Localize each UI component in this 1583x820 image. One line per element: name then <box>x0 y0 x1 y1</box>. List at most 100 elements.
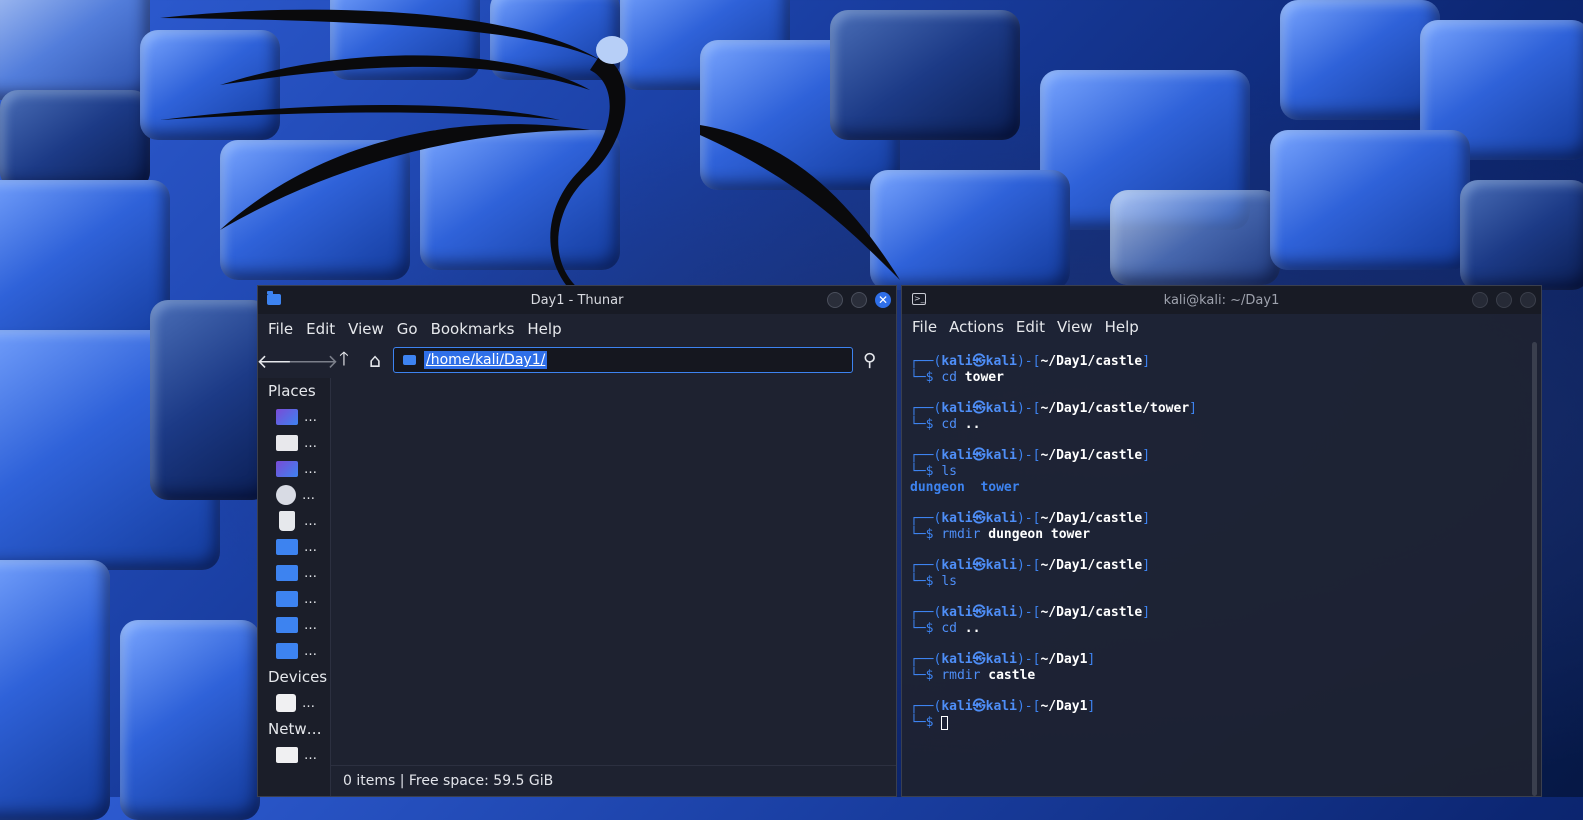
sidebar-item-home[interactable]: … <box>258 430 330 456</box>
sidebar-item-music[interactable]: … <box>258 560 330 586</box>
menu-file[interactable]: File <box>268 320 293 338</box>
thunar-sidebar: Places … … … … … … … … … … Devices … Net… <box>258 378 331 796</box>
menu-view[interactable]: View <box>348 320 384 338</box>
location-bar[interactable]: /home/kali/Day1/ <box>393 347 853 373</box>
prompt-at: ㉿ <box>972 605 986 620</box>
prompt-user: kali <box>941 699 973 714</box>
thunar-titlebar[interactable]: Day1 - Thunar ✕ <box>258 286 896 314</box>
prompt-path: ~/Day1/castle <box>1040 354 1143 369</box>
menu-bookmarks[interactable]: Bookmarks <box>431 320 515 338</box>
prompt-user: kali <box>941 652 973 667</box>
clock-icon <box>276 485 296 505</box>
thunar-menubar: File Edit View Go Bookmarks Help <box>258 314 896 344</box>
file-view[interactable] <box>331 378 896 766</box>
minimize-button[interactable] <box>827 292 843 308</box>
prompt-host: kali <box>985 354 1017 369</box>
search-icon[interactable]: ⚲ <box>863 350 876 371</box>
terminal-prompt-block: ┌──(kali㉿kali)-[~/Day1] └─$ <box>910 699 1527 731</box>
sidebar-item-desktop[interactable]: … <box>258 456 330 482</box>
minimize-button[interactable] <box>1472 292 1488 308</box>
prompt-user: kali <box>941 354 973 369</box>
close-button[interactable]: ✕ <box>875 292 891 308</box>
wallpaper-cube <box>1280 0 1440 120</box>
prompt-at: ㉿ <box>972 354 986 369</box>
prompt-path: ~/Day1 <box>1040 652 1088 667</box>
command-line: └─$ cd tower <box>910 370 1004 385</box>
terminal-window: >_ kali@kali: ~/Day1 File Actions Edit V… <box>901 285 1542 797</box>
terminal-scrollbar[interactable] <box>1532 342 1537 796</box>
menu-edit[interactable]: Edit <box>306 320 335 338</box>
terminal-titlebar[interactable]: >_ kali@kali: ~/Day1 <box>902 286 1541 314</box>
status-bar: 0 items | Free space: 59.5 GiB <box>331 765 896 796</box>
prompt-user: kali <box>941 511 973 526</box>
up-arrow-icon[interactable]: 🡑 <box>330 347 358 375</box>
command-line: └─$ rmdir castle <box>910 668 1036 683</box>
command: ls <box>941 464 957 479</box>
home-icon[interactable]: ⌂ <box>361 347 389 375</box>
prompt-user: kali <box>941 558 973 573</box>
terminal-prompt-block: ┌──(kali㉿kali)-[~/Day1/castle] └─$ ls <box>910 558 1527 590</box>
command-line: └─$ ls <box>910 574 957 589</box>
music-folder-icon <box>276 565 298 581</box>
menu-help[interactable]: Help <box>527 320 561 338</box>
videos-folder-icon <box>276 617 298 633</box>
public-folder-icon <box>276 539 298 555</box>
home-folder-icon <box>276 435 298 451</box>
sidebar-item-filesystem[interactable]: … <box>258 690 330 716</box>
sidebar-section-network: Netw… <box>268 720 322 738</box>
menu-actions[interactable]: Actions <box>949 318 1004 336</box>
menu-edit[interactable]: Edit <box>1016 318 1045 336</box>
command: cd <box>941 621 957 636</box>
prompt-line: ┌──(kali㉿kali)-[~/Day1/castle/tower] <box>910 401 1197 416</box>
sidebar-item-public[interactable]: … <box>258 534 330 560</box>
command-args: .. <box>964 621 981 636</box>
menu-go[interactable]: Go <box>397 320 418 338</box>
wallpaper-cube <box>1460 180 1583 290</box>
command: cd <box>941 417 957 432</box>
sidebar-item-videos[interactable]: … <box>258 612 330 638</box>
prompt-path: ~/Day1/castle <box>1040 448 1143 463</box>
command: cd <box>941 370 957 385</box>
command: ls <box>941 574 957 589</box>
terminal-prompt-block: ┌──(kali㉿kali)-[~/Day1/castle] └─$ cd tow… <box>910 354 1527 386</box>
prompt-user: kali <box>941 605 973 620</box>
location-path[interactable]: /home/kali/Day1/ <box>424 351 548 369</box>
command-line: └─$ rmdir dungeon tower <box>910 527 1091 542</box>
sidebar-item-browse-network[interactable]: … <box>258 742 330 768</box>
prompt-host: kali <box>985 401 1017 416</box>
prompt-at: ㉿ <box>972 652 986 667</box>
maximize-button[interactable] <box>851 292 867 308</box>
command-line: └─$ cd .. <box>910 417 981 432</box>
sidebar-item-computer[interactable]: … <box>258 404 330 430</box>
maximize-button[interactable] <box>1496 292 1512 308</box>
prompt-path: ~/Day1/castle <box>1040 511 1143 526</box>
terminal-prompt-block: ┌──(kali㉿kali)-[~/Day1/castle/tower] └─$ … <box>910 401 1527 433</box>
text-cursor <box>941 715 949 730</box>
sidebar-item-recent[interactable]: … <box>258 482 330 508</box>
network-icon <box>276 747 298 763</box>
window-title: kali@kali: ~/Day1 <box>1163 292 1280 308</box>
thunar-window: Day1 - Thunar ✕ File Edit View Go Bookma… <box>257 285 897 797</box>
command-args: .. <box>964 417 981 432</box>
prompt-user: kali <box>941 401 973 416</box>
wallpaper-cube <box>150 300 270 500</box>
wallpaper-cube <box>0 560 110 820</box>
sidebar-item-documents[interactable]: … <box>258 586 330 612</box>
menu-file[interactable]: File <box>912 318 937 336</box>
close-button[interactable] <box>1520 292 1536 308</box>
terminal-output[interactable]: ┌──(kali㉿kali)-[~/Day1/castle] └─$ cd tow… <box>910 354 1527 796</box>
prompt-line: ┌──(kali㉿kali)-[~/Day1/castle] <box>910 354 1151 369</box>
menu-help[interactable]: Help <box>1105 318 1139 336</box>
downloads-folder-icon <box>276 643 298 659</box>
prompt-host: kali <box>985 448 1017 463</box>
command-line: └─$ ls <box>910 464 957 479</box>
forward-arrow-icon[interactable]: 🡒 <box>288 347 339 375</box>
computer-icon <box>276 409 298 425</box>
sidebar-item-trash[interactable]: … <box>258 508 330 534</box>
prompt-path: ~/Day1/castle <box>1040 605 1143 620</box>
wallpaper-cube <box>120 620 260 820</box>
terminal-prompt-block: ┌──(kali㉿kali)-[~/Day1/castle] └─$ rmdir … <box>910 511 1527 543</box>
command-line: └─$ cd .. <box>910 621 981 636</box>
sidebar-item-downloads[interactable]: … <box>258 638 330 664</box>
menu-view[interactable]: View <box>1057 318 1093 336</box>
